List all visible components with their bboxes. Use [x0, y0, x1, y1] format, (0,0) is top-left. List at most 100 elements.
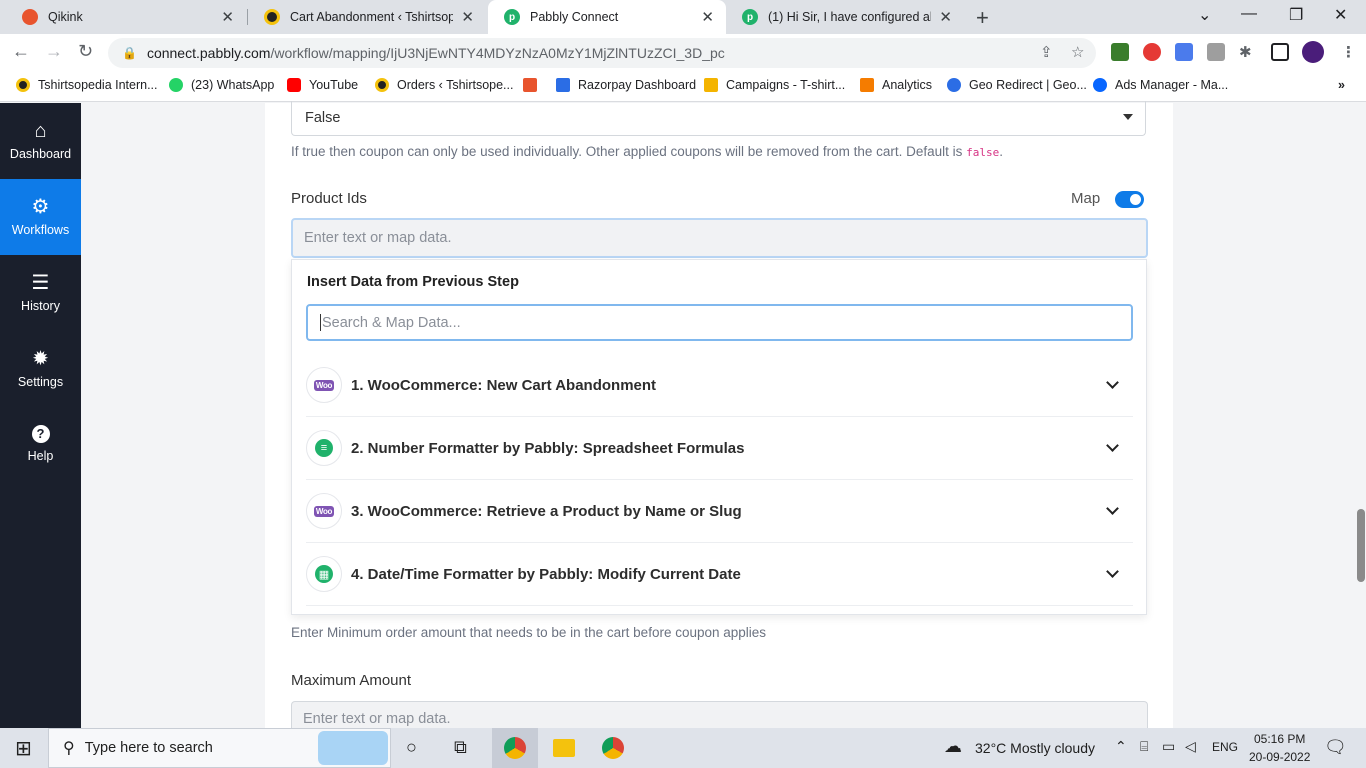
bookmark-item[interactable]: Analytics — [860, 78, 932, 92]
browser-toolbar: ← → ↻ 🔒 connect.pabbly.com/workflow/mapp… — [0, 34, 1366, 72]
address-bar[interactable]: 🔒 connect.pabbly.com/workflow/mapping/Ij… — [108, 38, 1096, 68]
taskbar-search-placeholder: Type here to search — [84, 740, 213, 756]
show-hidden-icons-chevron-icon[interactable]: ⌃ — [1115, 738, 1127, 755]
sidebar-item-help[interactable]: ? Help — [0, 406, 81, 482]
cortana-icon[interactable]: ○ — [406, 737, 417, 758]
extension-icon[interactable] — [1175, 43, 1193, 61]
browser-tab-forum[interactable]: p (1) Hi Sir, I have configured aban ✕ — [726, 0, 964, 34]
bookmark-item[interactable]: Orders ‹ Tshirtsope... — [375, 78, 513, 92]
windows-start-icon[interactable]: ⊞ — [15, 736, 32, 761]
bookmark-item[interactable]: YouTube — [287, 78, 358, 92]
sidebar-item-label: Workflows — [11, 223, 70, 237]
help-text-end: . — [999, 144, 1004, 159]
minimum-amount-help-text: Enter Minimum order amount that needs to… — [291, 625, 767, 640]
weather-text[interactable]: 32°C Mostly cloudy — [975, 740, 1095, 756]
browser-tab-pabbly-connect[interactable]: p Pabbly Connect ✕ — [488, 0, 726, 34]
chrome-icon — [504, 737, 526, 759]
more-bookmarks-chevron-icon[interactable]: » — [1338, 78, 1345, 92]
close-tab-icon[interactable]: ✕ — [461, 8, 474, 26]
chevron-down-icon[interactable] — [1106, 565, 1119, 578]
sidebar-item-history[interactable]: ☰ History — [0, 255, 81, 331]
sidebar-item-workflows[interactable]: ⚙ Workflows — [0, 179, 81, 255]
back-button[interactable]: ← — [12, 41, 30, 62]
side-panel-icon[interactable] — [1271, 43, 1289, 61]
menu-kebab-icon[interactable]: ⋮ — [1341, 43, 1356, 61]
maximum-amount-input[interactable]: Enter text or map data. — [291, 701, 1148, 728]
reload-button[interactable]: ↻ — [78, 41, 93, 62]
woocommerce-icon: Woo — [306, 493, 342, 529]
product-ids-input[interactable]: Enter text or map data. — [291, 218, 1148, 258]
profile-avatar[interactable] — [1302, 41, 1324, 63]
minimize-button[interactable]: — — [1241, 5, 1257, 23]
bookmark-item[interactable] — [523, 78, 545, 92]
new-tab-button[interactable]: + — [976, 5, 989, 31]
extension-icon[interactable] — [1207, 43, 1225, 61]
bookmark-label: Analytics — [882, 78, 933, 92]
close-tab-icon[interactable]: ✕ — [221, 8, 234, 26]
bookmark-favicon-icon — [16, 78, 30, 92]
clock-date[interactable]: 20-09-2022 — [1249, 750, 1310, 764]
clock-time[interactable]: 05:16 PM — [1254, 732, 1305, 746]
bookmark-item[interactable]: (23) WhatsApp — [169, 78, 274, 92]
insert-data-dropdown: Insert Data from Previous Step Search & … — [291, 259, 1147, 615]
sidebar-item-settings[interactable]: ✹ Settings — [0, 331, 81, 407]
tab-title: Cart Abandonment ‹ Tshirtsopedia — [290, 10, 454, 24]
bookmark-item[interactable]: Geo Redirect | Geo... — [947, 78, 1087, 92]
taskbar-file-explorer-app[interactable] — [541, 728, 587, 768]
step-item-1[interactable]: Woo 1. WooCommerce: New Cart Abandonment — [306, 354, 1133, 417]
bookmark-item[interactable]: Ads Manager - Ma... — [1093, 78, 1228, 92]
share-icon[interactable]: ⇪ — [1040, 43, 1053, 61]
volume-muted-icon[interactable]: ◁ — [1185, 738, 1196, 755]
browser-tab-strip: Qikink ✕ Cart Abandonment ‹ Tshirtsopedi… — [0, 0, 1366, 34]
battery-icon[interactable]: ▭ — [1162, 738, 1175, 755]
sidebar-item-dashboard[interactable]: ⌂ Dashboard — [0, 103, 81, 179]
forward-button[interactable]: → — [45, 41, 63, 62]
restore-button[interactable]: ❐ — [1289, 5, 1303, 25]
sidebar-item-label: Dashboard — [9, 147, 72, 161]
qikink-icon — [523, 78, 537, 92]
map-toggle-label: Map — [1071, 190, 1101, 207]
close-tab-icon[interactable]: ✕ — [939, 8, 952, 26]
taskbar-search-box[interactable]: ⚲ Type here to search — [48, 728, 391, 768]
home-icon: ⌂ — [34, 120, 47, 142]
individual-use-select[interactable]: False — [291, 101, 1146, 136]
chevron-down-icon[interactable] — [1106, 376, 1119, 389]
maximum-amount-label: Maximum Amount — [291, 672, 412, 689]
product-ids-label: Product Ids — [291, 190, 367, 207]
wordpress-favicon-icon — [264, 9, 280, 25]
taskbar-chrome-app-2[interactable] — [590, 728, 636, 768]
extension-icon[interactable] — [1143, 43, 1161, 61]
bookmark-label: Campaigns - T-shirt... — [726, 78, 846, 92]
razorpay-icon — [556, 78, 570, 92]
chevron-down-icon[interactable] — [1106, 439, 1119, 452]
bookmark-item[interactable]: Tshirtsopedia Intern... — [16, 78, 158, 92]
bookmarks-bar: Tshirtsopedia Intern... (23) WhatsApp Yo… — [0, 72, 1366, 102]
bookmark-item[interactable]: Campaigns - T-shirt... — [704, 78, 845, 92]
network-icon[interactable]: ⌸ — [1140, 738, 1148, 755]
step-item-3[interactable]: Woo 3. WooCommerce: Retrieve a Product b… — [306, 480, 1133, 543]
bookmark-star-icon[interactable]: ☆ — [1071, 43, 1084, 61]
close-window-button[interactable]: ✕ — [1334, 5, 1347, 25]
extension-icon[interactable] — [1111, 43, 1129, 61]
url-path: /workflow/mapping/IjU3NjEwNTY4MDYzNzA0Mz… — [270, 45, 725, 61]
input-placeholder: Enter text or map data. — [303, 711, 451, 727]
notification-center-icon[interactable]: 🗨 — [1324, 737, 1347, 758]
taskbar-chrome-app[interactable] — [492, 728, 538, 768]
page-scrollbar-thumb[interactable] — [1357, 509, 1365, 582]
browser-tab-cart-abandonment[interactable]: Cart Abandonment ‹ Tshirtsopedia ✕ — [248, 0, 486, 34]
task-view-icon[interactable]: ⧉ — [454, 737, 467, 758]
search-map-data-input[interactable]: Search & Map Data... — [306, 304, 1133, 341]
bookmark-item[interactable]: Razorpay Dashboard — [556, 78, 696, 92]
map-toggle[interactable] — [1115, 191, 1144, 208]
lock-icon: 🔒 — [122, 46, 137, 60]
step-item-4[interactable]: ▦ 4. Date/Time Formatter by Pabbly: Modi… — [306, 543, 1133, 606]
puzzle-extensions-icon[interactable]: ✱ — [1239, 43, 1252, 61]
language-indicator[interactable]: ENG — [1212, 740, 1238, 754]
chevron-down-icon[interactable] — [1106, 502, 1119, 515]
bookmark-label: Tshirtsopedia Intern... — [38, 78, 158, 92]
browser-tab-qikink[interactable]: Qikink ✕ — [6, 0, 246, 34]
close-tab-icon[interactable]: ✕ — [701, 8, 714, 26]
qikink-favicon-icon — [22, 9, 38, 25]
tab-search-chevron-icon[interactable]: ⌄ — [1198, 5, 1211, 25]
step-item-2[interactable]: ≡ 2. Number Formatter by Pabbly: Spreads… — [306, 417, 1133, 480]
